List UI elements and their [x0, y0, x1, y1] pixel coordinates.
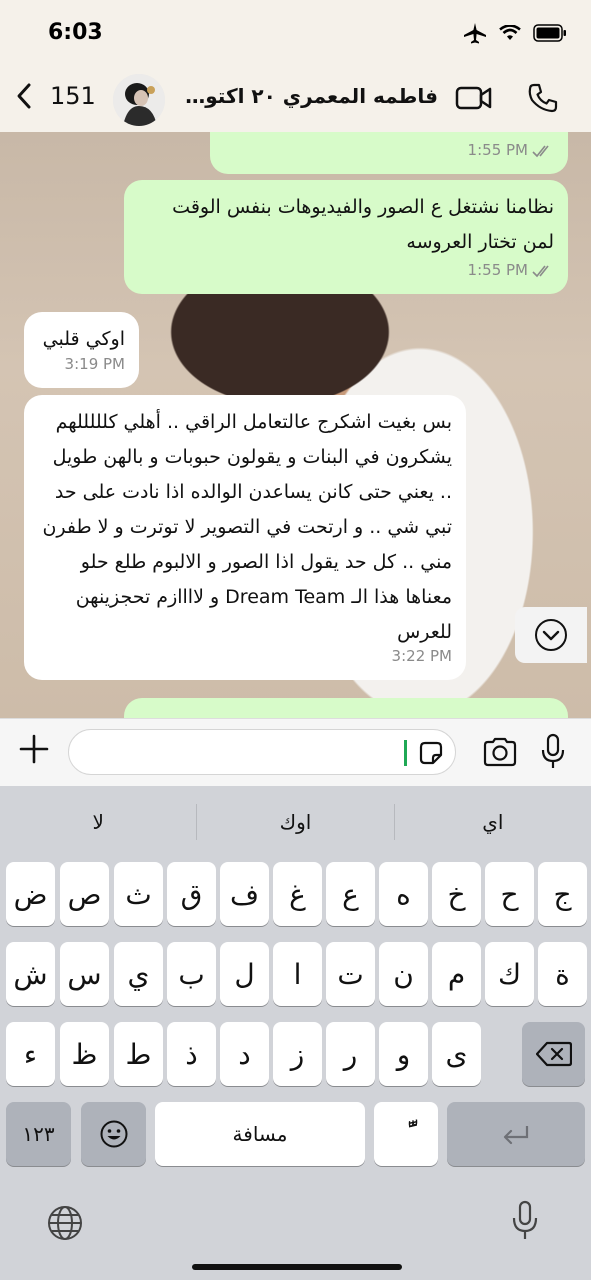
- key[interactable]: ش: [6, 942, 55, 1006]
- suggestion-item[interactable]: اوك: [197, 794, 393, 850]
- emoji-icon: [100, 1120, 127, 1148]
- double-check-icon: [532, 265, 549, 277]
- attach-button[interactable]: [18, 733, 50, 772]
- key[interactable]: ط: [114, 1022, 163, 1086]
- message-time: 3:19 PM: [64, 355, 125, 373]
- key[interactable]: ظ: [60, 1022, 109, 1086]
- home-indicator: [192, 1264, 402, 1270]
- status-bar: 6:03: [0, 0, 591, 68]
- key[interactable]: ى: [432, 1022, 481, 1086]
- key[interactable]: ة: [538, 942, 587, 1006]
- status-icons: [463, 22, 567, 44]
- suggestion-item[interactable]: لا: [0, 794, 196, 850]
- microphone-icon: [541, 733, 565, 768]
- message-time: 1:55 PM: [467, 261, 528, 279]
- language-switch-button[interactable]: [46, 1204, 84, 1246]
- globe-icon: [48, 1206, 82, 1240]
- key[interactable]: ب: [167, 942, 216, 1006]
- double-check-icon: [532, 145, 549, 157]
- message-meta: 3:22 PM: [392, 639, 452, 674]
- key[interactable]: و: [379, 1022, 428, 1086]
- key[interactable]: ز: [273, 1022, 322, 1086]
- video-call-button[interactable]: [455, 85, 493, 115]
- key[interactable]: ف: [220, 862, 269, 926]
- key[interactable]: ث: [114, 862, 163, 926]
- scroll-to-bottom-button[interactable]: [515, 607, 587, 663]
- text-caret: [404, 740, 407, 766]
- message-meta: 3:19 PM: [65, 347, 125, 382]
- message-input[interactable]: [68, 729, 456, 775]
- message-bubble[interactable]: اوكي قلبي 3:19 PM: [24, 312, 139, 388]
- backspace-key[interactable]: [522, 1022, 585, 1086]
- suggestion-item[interactable]: اي: [395, 794, 591, 850]
- sticker-button[interactable]: [417, 739, 445, 771]
- key[interactable]: ت: [326, 942, 375, 1006]
- key[interactable]: م: [432, 942, 481, 1006]
- airplane-icon: [464, 23, 486, 44]
- camera-icon: [483, 737, 517, 767]
- keyboard: لا اوك اي ض ص ث ق ف غ ع ه خ ح ج ش س ي ب …: [0, 786, 591, 1280]
- key[interactable]: ن: [379, 942, 428, 1006]
- emoji-key[interactable]: [81, 1102, 146, 1166]
- chat-header: 151 فاطمه المعمري ٢٠ اكتوبر ا...: [0, 68, 591, 133]
- unread-count: 151: [50, 82, 96, 110]
- back-button[interactable]: 151: [16, 82, 96, 110]
- dictation-button[interactable]: [510, 1200, 540, 1246]
- chat-area[interactable]: 1:55 PM نظامنا نشتغل ع الصور والفيديوهات…: [0, 132, 591, 718]
- return-icon: [503, 1126, 529, 1145]
- key[interactable]: ص: [60, 862, 109, 926]
- voice-call-button[interactable]: [527, 82, 559, 118]
- key[interactable]: ض: [6, 862, 55, 926]
- message-time: 3:22 PM: [391, 647, 452, 665]
- message-text: بس بغيت اشكرج عالتعامل الراقي .. أهلي كل…: [42, 411, 452, 643]
- status-time: 6:03: [48, 20, 103, 45]
- message-bubble[interactable]: بس بغيت اشكرج عالتعامل الراقي .. أهلي كل…: [24, 395, 466, 680]
- key[interactable]: ح: [485, 862, 534, 926]
- microphone-icon: [512, 1200, 538, 1239]
- message-text: نظامنا نشتغل ع الصور والفيديوهات بنفس ال…: [172, 196, 554, 253]
- key[interactable]: خ: [432, 862, 481, 926]
- battery-icon: [533, 24, 566, 42]
- return-key[interactable]: [447, 1102, 585, 1166]
- key[interactable]: ق: [167, 862, 216, 926]
- voice-message-button[interactable]: [540, 733, 566, 775]
- key[interactable]: د: [220, 1022, 269, 1086]
- plus-icon: [19, 734, 49, 764]
- message-bubble[interactable]: 1:55 PM: [210, 132, 568, 174]
- key[interactable]: ر: [326, 1022, 375, 1086]
- key[interactable]: ذ: [167, 1022, 216, 1086]
- wifi-icon: [499, 25, 521, 40]
- camera-button[interactable]: [482, 737, 518, 771]
- key[interactable]: س: [60, 942, 109, 1006]
- avatar-image: [113, 74, 165, 126]
- phone-icon: [528, 83, 558, 113]
- key[interactable]: ء: [6, 1022, 55, 1086]
- key[interactable]: ج: [538, 862, 587, 926]
- chevron-left-icon: [17, 83, 31, 109]
- video-call-icon: [455, 86, 492, 110]
- diacritic-key[interactable]: ًّ: [374, 1102, 438, 1166]
- chevron-down-circle-icon: [535, 619, 567, 651]
- suggestion-bar: لا اوك اي: [0, 794, 591, 850]
- backspace-icon: [535, 1041, 572, 1067]
- key[interactable]: ه: [379, 862, 428, 926]
- message-time: 1:55 PM: [467, 141, 528, 159]
- message-bubble[interactable]: نظامنا نشتغل ع الصور والفيديوهات بنفس ال…: [124, 180, 568, 294]
- key[interactable]: ك: [485, 942, 534, 1006]
- key[interactable]: ي: [114, 942, 163, 1006]
- space-key[interactable]: مسافة: [155, 1102, 365, 1166]
- key[interactable]: غ: [273, 862, 322, 926]
- avatar[interactable]: [113, 74, 165, 126]
- message-meta: 1:55 PM: [468, 133, 554, 168]
- key[interactable]: ع: [326, 862, 375, 926]
- contact-name[interactable]: فاطمه المعمري ٢٠ اكتوبر ا...: [178, 84, 438, 108]
- key[interactable]: ل: [220, 942, 269, 1006]
- sticker-icon: [419, 741, 443, 765]
- composer-bar: [0, 718, 591, 787]
- key[interactable]: ا: [273, 942, 322, 1006]
- numbers-key[interactable]: ١٢٣: [6, 1102, 71, 1166]
- message-meta: 1:55 PM: [468, 253, 554, 288]
- message-bubble[interactable]: [124, 698, 568, 718]
